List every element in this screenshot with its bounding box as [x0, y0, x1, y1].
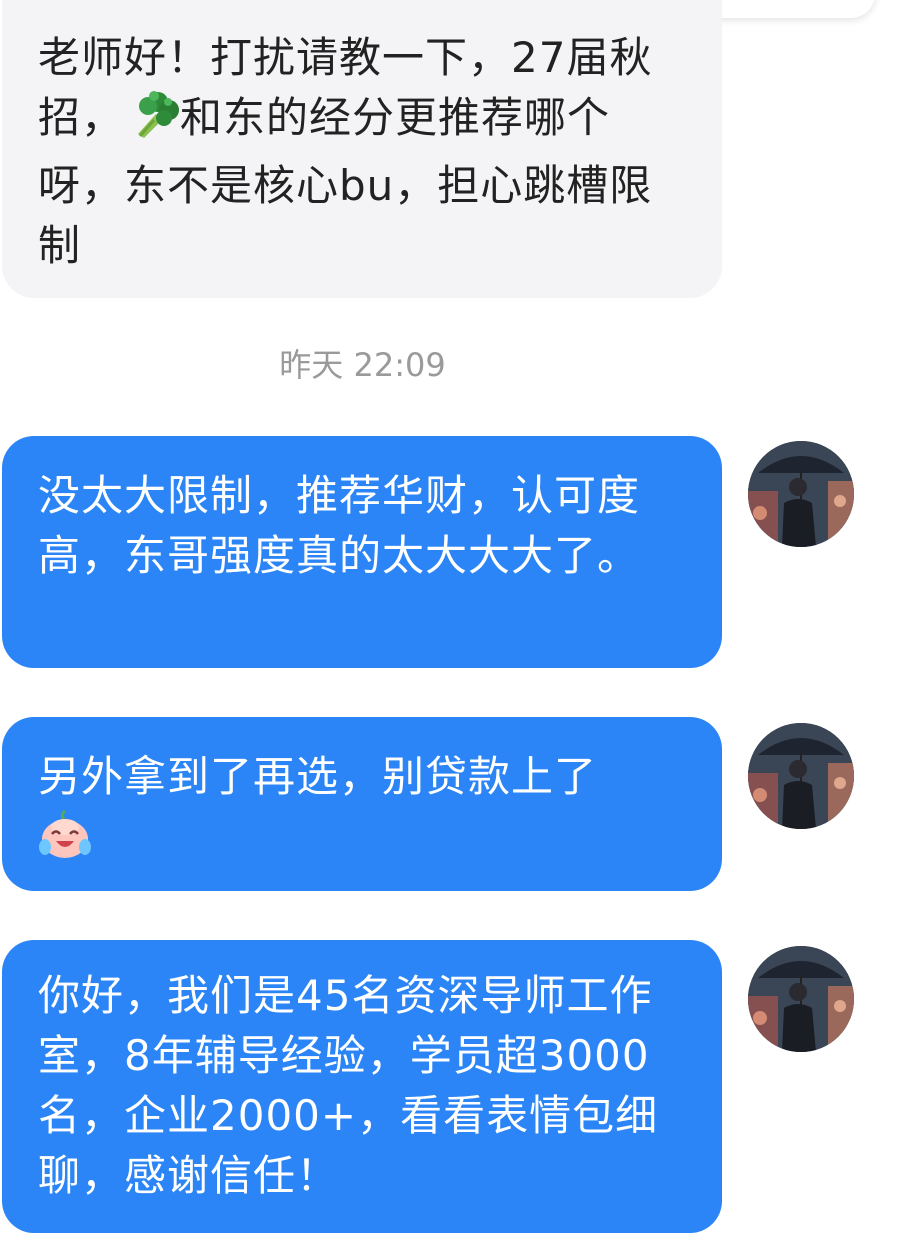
- incoming-message-bubble[interactable]: 老师好！打扰请教一下，27届秋招， 和东的经分更推荐哪个呀，东不是核心bu，担心…: [2, 0, 722, 298]
- avatar[interactable]: [748, 441, 854, 547]
- outgoing-message-bubble-3[interactable]: 你好，我们是45名资深导师工作室，8年辅导经验，学员超3000名，企业2000+…: [2, 940, 722, 1233]
- avatar[interactable]: [748, 946, 854, 1052]
- outgoing-message-bubble-1[interactable]: 没太大限制，推荐华财，认可度高，东哥强度真的太大大大了。: [2, 436, 722, 668]
- chat-screen: 老师好！打扰请教一下，27届秋招， 和东的经分更推荐哪个呀，东不是核心bu，担心…: [0, 0, 901, 1260]
- outgoing-message-text-3: 你好，我们是45名资深导师工作室，8年辅导经验，学员超3000名，企业2000+…: [38, 971, 659, 1200]
- message-timestamp: 昨天 22:09: [279, 346, 446, 384]
- outgoing-message-text-1: 没太大限制，推荐华财，认可度高，东哥强度真的太大大大了。: [38, 471, 641, 580]
- outgoing-message-bubble-2[interactable]: 另外拿到了再选，别贷款上了: [2, 717, 722, 891]
- laughing-crying-face-icon: [38, 807, 92, 877]
- avatar[interactable]: [748, 723, 854, 829]
- outgoing-message-text-2: 另外拿到了再选，别贷款上了: [38, 752, 598, 801]
- broccoli-icon: [124, 90, 180, 156]
